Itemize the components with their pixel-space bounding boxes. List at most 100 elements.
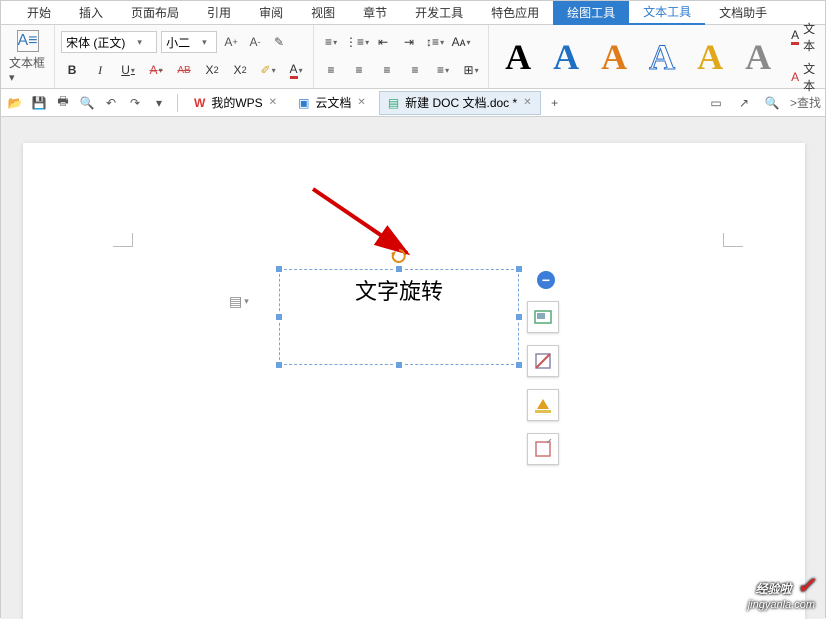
resize-handle-l[interactable] [275, 313, 283, 321]
resize-handle-tl[interactable] [275, 265, 283, 273]
quick-access-toolbar: 📂 💾 🖶 🔍 ↶ ↷ ▾ W 我的WPS ✕ ▣ 云文档 ✕ ▤ 新建 DOC… [1, 89, 825, 117]
resize-handle-b[interactable] [395, 361, 403, 369]
wordart-style-6[interactable]: A [735, 34, 781, 80]
tab-chapter[interactable]: 章节 [349, 1, 401, 25]
add-tab-button[interactable]: + [545, 93, 565, 113]
annotation-arrow [303, 183, 443, 276]
search-label[interactable]: >查找 [790, 94, 821, 111]
separator [177, 94, 178, 112]
resize-handle-r[interactable] [515, 313, 523, 321]
subscript-button[interactable]: X2 [229, 59, 251, 81]
tab-review[interactable]: 审阅 [245, 1, 297, 25]
align-left-button[interactable]: ≡ [320, 59, 342, 81]
preview-icon[interactable]: 🔍 [77, 93, 97, 113]
tab-start[interactable]: 开始 [13, 1, 65, 25]
tab-dev[interactable]: 开发工具 [401, 1, 477, 25]
doc-tab-cloud[interactable]: ▣ 云文档 ✕ [290, 91, 375, 115]
layout-options-button[interactable] [527, 301, 559, 333]
align-right-button[interactable]: ≡ [376, 59, 398, 81]
wordart-style-3[interactable]: A [591, 34, 637, 80]
textbox-label: 文本框 ▾ [9, 54, 46, 84]
tab-special[interactable]: 特色应用 [477, 1, 553, 25]
increase-font-button[interactable]: A+ [221, 32, 241, 52]
close-tab-icon[interactable]: ✕ [269, 97, 277, 108]
doc-tab-mywps[interactable]: W 我的WPS ✕ [186, 91, 286, 115]
distribute-button[interactable]: ≡ [432, 59, 454, 81]
font-name-select[interactable]: 宋体 (正文) [61, 31, 157, 53]
close-tab-icon[interactable]: ✕ [357, 97, 365, 108]
page[interactable]: ▤▾ 文字旋转 − [23, 143, 805, 619]
textbox-content[interactable]: 文字旋转 [280, 270, 518, 310]
tab-view[interactable]: 视图 [297, 1, 349, 25]
rotate-handle[interactable] [391, 248, 407, 264]
resize-handle-bl[interactable] [275, 361, 283, 369]
page-icon: ▤ [229, 293, 242, 310]
tab-text-tools[interactable]: 文本工具 [629, 1, 705, 25]
bullets-button[interactable]: ≡ [320, 31, 342, 53]
wordart-style-4[interactable]: A [639, 34, 685, 80]
collapse-options-button[interactable]: − [537, 271, 555, 289]
wps-icon: W [194, 96, 205, 110]
selected-textbox[interactable]: 文字旋转 [279, 269, 519, 365]
shape-options-button[interactable] [527, 433, 559, 465]
paragraph-group: ≡ ⋮≡ ⇤ ⇥ ↕≡ Aᴀ ≡ ≡ ≡ ≡ ≡ ⊞ [314, 25, 489, 88]
margin-corner-tr [723, 233, 743, 247]
resize-handle-tr[interactable] [515, 265, 523, 273]
text-fill-button[interactable]: A 文本 [791, 20, 821, 54]
watermark: 经验啦 ✓ jingyanla.com [748, 573, 815, 611]
superscript-button[interactable]: X2 [201, 59, 223, 81]
paste-options-tag[interactable]: ▤▾ [229, 293, 249, 310]
undo-icon[interactable]: ↶ [101, 93, 121, 113]
italic-button[interactable]: I [89, 59, 111, 81]
case-button[interactable]: Aᴀ [450, 31, 472, 53]
tab-draw-tools[interactable]: 绘图工具 [553, 1, 629, 25]
bold-button[interactable]: B [61, 59, 83, 81]
outline-options-button[interactable] [527, 389, 559, 421]
borders-button[interactable]: ⊞ [460, 59, 482, 81]
print-icon[interactable]: 🖶 [53, 93, 73, 113]
align-center-button[interactable]: ≡ [348, 59, 370, 81]
wordart-style-2[interactable]: A [543, 34, 589, 80]
close-tab-icon[interactable]: ✕ [523, 97, 531, 108]
window-icon[interactable]: ▭ [706, 93, 726, 113]
share-icon[interactable]: ↗ [734, 93, 754, 113]
indent-inc-button[interactable]: ⇥ [398, 31, 420, 53]
align-justify-button[interactable]: ≡ [404, 59, 426, 81]
resize-handle-t[interactable] [395, 265, 403, 273]
tab-layout[interactable]: 页面布局 [117, 1, 193, 25]
fill-options-button[interactable] [527, 345, 559, 377]
tab-insert[interactable]: 插入 [65, 1, 117, 25]
qat-dropdown-icon[interactable]: ▾ [149, 93, 169, 113]
resize-handle-br[interactable] [515, 361, 523, 369]
doc-icon: ▤ [388, 96, 399, 110]
tab-doc-helper[interactable]: 文档助手 [705, 1, 781, 25]
wordart-style-1[interactable]: A [495, 34, 541, 80]
font-color-button[interactable]: A [285, 59, 307, 81]
numbering-button[interactable]: ⋮≡ [346, 31, 368, 53]
indent-dec-button[interactable]: ⇤ [372, 31, 394, 53]
font-group: 宋体 (正文) 小二 A+ A- ✎ B I U A AB X2 X2 ✐ A [55, 25, 314, 88]
font-size-select[interactable]: 小二 [161, 31, 217, 53]
cloud-icon: ▣ [298, 96, 309, 110]
highlight-button[interactable]: ✐ [257, 59, 279, 81]
strike-button[interactable]: A [145, 59, 167, 81]
save-icon[interactable]: 💾 [29, 93, 49, 113]
check-icon: ✓ [797, 573, 815, 598]
menu-tabs: 开始 插入 页面布局 引用 审阅 视图 章节 开发工具 特色应用 绘图工具 文本… [1, 1, 825, 25]
line-height-button[interactable]: ↕≡ [424, 31, 446, 53]
underline-button[interactable]: U [117, 59, 139, 81]
strike2-button[interactable]: AB [173, 59, 195, 81]
redo-icon[interactable]: ↷ [125, 93, 145, 113]
doc-tab-current[interactable]: ▤ 新建 DOC 文档.doc * ✕ [379, 91, 541, 115]
clear-format-button[interactable]: ✎ [269, 32, 289, 52]
search-icon[interactable]: 🔍 [762, 93, 782, 113]
text-outline-button[interactable]: A 文本 [791, 60, 821, 94]
workspace: ▤▾ 文字旋转 − [1, 117, 825, 619]
tab-reference[interactable]: 引用 [193, 1, 245, 25]
open-icon[interactable]: 📂 [5, 93, 25, 113]
ribbon: A≡ 文本框 ▾ 宋体 (正文) 小二 A+ A- ✎ B I U A AB X… [1, 25, 825, 89]
wordart-style-5[interactable]: A [687, 34, 733, 80]
decrease-font-button[interactable]: A- [245, 32, 265, 52]
textbox-icon[interactable]: A≡ [17, 30, 39, 52]
wordart-group: A A A A A A [489, 25, 787, 88]
